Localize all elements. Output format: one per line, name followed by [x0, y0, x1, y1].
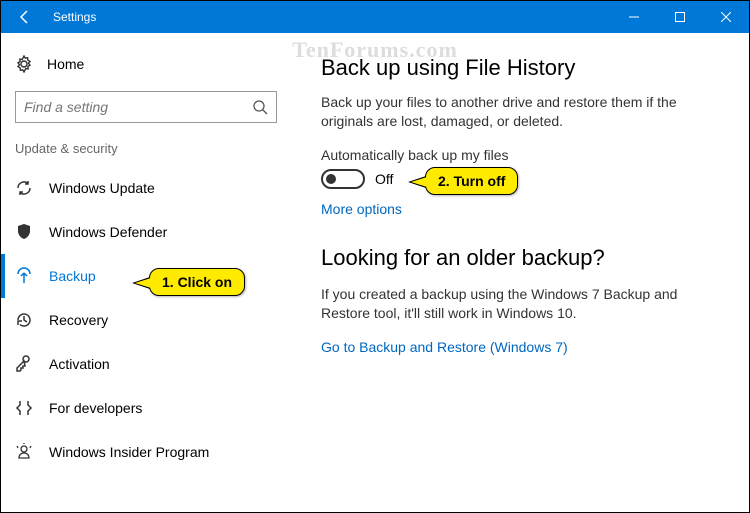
- main-pane: Back up using File History Back up your …: [291, 33, 749, 512]
- sidebar-item-label: Recovery: [49, 312, 108, 328]
- sidebar-item-label: Windows Defender: [49, 224, 167, 240]
- sidebar-item-windows-update[interactable]: Windows Update: [1, 166, 291, 210]
- page-description: Back up your files to another drive and …: [321, 93, 719, 131]
- sidebar-item-recovery[interactable]: Recovery: [1, 298, 291, 342]
- tools-icon: [15, 399, 33, 417]
- minimize-icon: [629, 12, 639, 22]
- key-icon: [15, 355, 33, 373]
- sidebar-item-label: Backup: [49, 268, 96, 284]
- sidebar-item-for-developers[interactable]: For developers: [1, 386, 291, 430]
- annotation-callout-2: 2. Turn off: [425, 167, 518, 195]
- back-button[interactable]: [1, 1, 49, 33]
- maximize-icon: [675, 12, 685, 22]
- history-icon: [15, 311, 33, 329]
- sidebar-item-windows-defender[interactable]: Windows Defender: [1, 210, 291, 254]
- sidebar-item-label: Activation: [49, 356, 110, 372]
- home-label: Home: [47, 56, 84, 72]
- backup-icon: [15, 267, 33, 285]
- gear-icon: [15, 55, 33, 73]
- minimize-button[interactable]: [611, 1, 657, 33]
- window-title: Settings: [53, 10, 611, 24]
- arrow-left-icon: [17, 9, 33, 25]
- sidebar-item-backup[interactable]: Backup: [1, 254, 291, 298]
- sidebar: Home Update & security Windows Update Wi…: [1, 33, 291, 512]
- shield-icon: [15, 223, 33, 241]
- toggle-label: Automatically back up my files: [321, 147, 719, 163]
- annotation-callout-1: 1. Click on: [149, 268, 245, 296]
- toggle-knob: [326, 174, 336, 184]
- toggle-row: Off: [321, 169, 719, 189]
- section-title-older-backup: Looking for an older backup?: [321, 245, 719, 271]
- sync-icon: [15, 179, 33, 197]
- search-input[interactable]: [24, 99, 252, 115]
- titlebar: Settings: [1, 1, 749, 33]
- sidebar-item-label: For developers: [49, 400, 142, 416]
- close-icon: [721, 12, 731, 22]
- toggle-state: Off: [375, 171, 393, 187]
- nav-group-title: Update & security: [1, 141, 291, 166]
- sidebar-item-activation[interactable]: Activation: [1, 342, 291, 386]
- backup-restore-link[interactable]: Go to Backup and Restore (Windows 7): [321, 339, 719, 355]
- page-title: Back up using File History: [321, 55, 719, 81]
- sidebar-item-windows-insider[interactable]: Windows Insider Program: [1, 430, 291, 474]
- close-button[interactable]: [703, 1, 749, 33]
- maximize-button[interactable]: [657, 1, 703, 33]
- sidebar-item-label: Windows Update: [49, 180, 155, 196]
- search-box[interactable]: [15, 91, 277, 123]
- auto-backup-toggle[interactable]: [321, 169, 365, 189]
- sidebar-item-label: Windows Insider Program: [49, 444, 209, 460]
- content: Home Update & security Windows Update Wi…: [1, 33, 749, 512]
- more-options-link[interactable]: More options: [321, 201, 719, 217]
- older-backup-description: If you created a backup using the Window…: [321, 285, 719, 323]
- home-button[interactable]: Home: [1, 51, 291, 83]
- search-icon: [252, 99, 268, 115]
- insider-icon: [15, 443, 33, 461]
- window-controls: [611, 1, 749, 33]
